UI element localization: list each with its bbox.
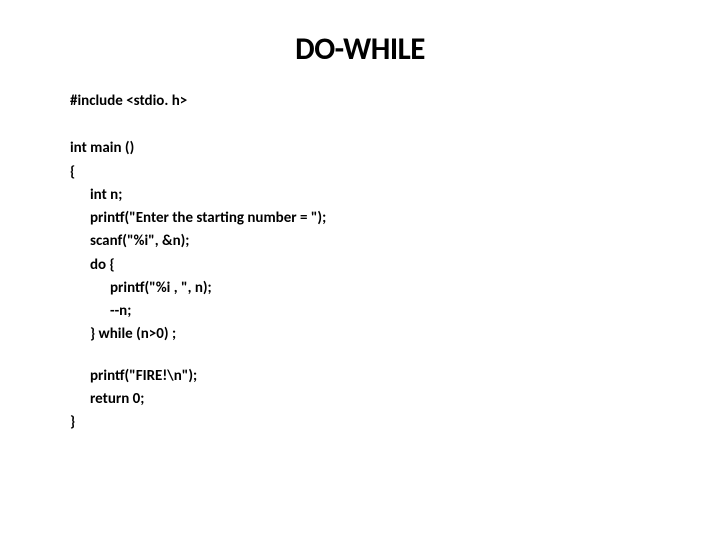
code-line-printf2: printf("%i , ", n);: [70, 277, 650, 300]
code-line-printf3: printf("FIRE!\n");: [70, 365, 650, 388]
blank-line: [70, 347, 650, 365]
code-line-main: int main (): [70, 137, 650, 160]
code-line-printf1: printf("Enter the starting number = ");: [70, 207, 650, 230]
code-line-close-brace: }: [70, 411, 650, 434]
code-block: #include <stdio. h> int main () { int n;…: [70, 90, 650, 434]
code-line-do: do {: [70, 254, 650, 277]
code-line-open-brace: {: [70, 161, 650, 184]
code-line-scanf: scanf("%i", &n);: [70, 230, 650, 253]
slide-container: DO-WHILE #include <stdio. h> int main ()…: [0, 0, 720, 540]
blank-line: [70, 113, 650, 137]
code-line-return: return 0;: [70, 388, 650, 411]
code-line-decrement: --n;: [70, 300, 650, 323]
slide-title: DO-WHILE: [70, 30, 650, 68]
code-line-include: #include <stdio. h>: [70, 90, 650, 113]
code-line-while: } while (n>0) ;: [70, 323, 650, 346]
code-line-decl: int n;: [70, 184, 650, 207]
